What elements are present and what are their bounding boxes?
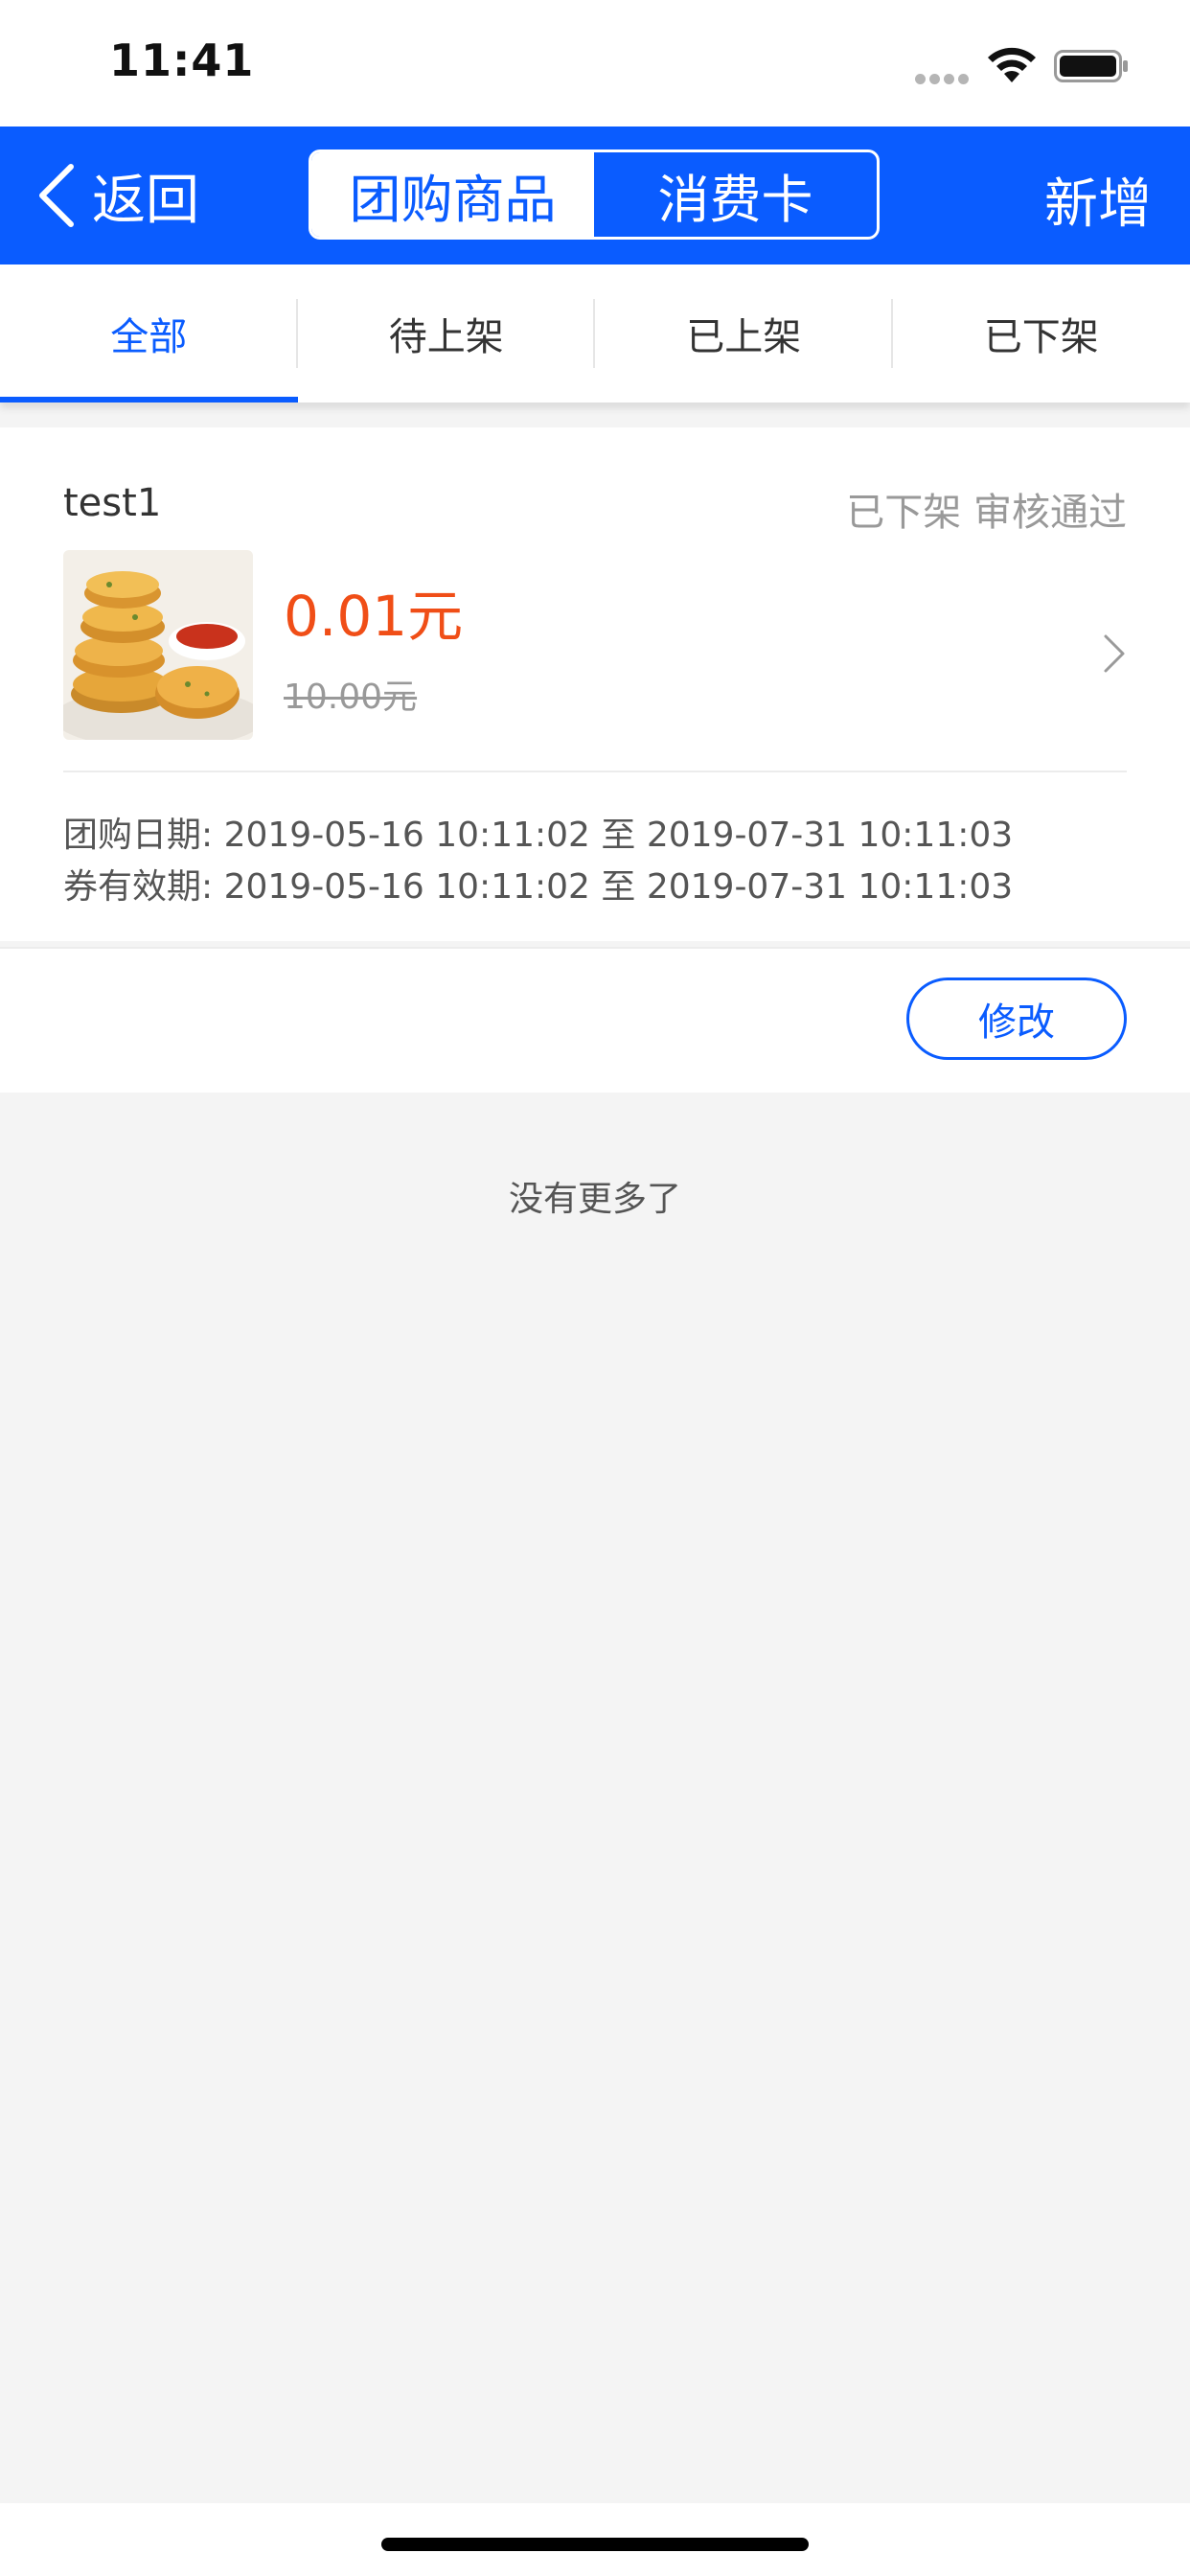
edit-button[interactable]: 修改 [906, 978, 1127, 1060]
product-price: 0.01元 [284, 584, 464, 649]
group-buy-date-range: 2019-05-16 10:11:02 至 2019-07-31 10:11:0… [223, 816, 1014, 855]
tab-all[interactable]: 全部 [0, 264, 298, 402]
tab-label: 已上架 [686, 315, 802, 359]
wifi-icon [988, 47, 1036, 82]
chevron-left-icon [39, 164, 74, 227]
product-title: test1 [63, 481, 162, 525]
nav-bar: 返回 团购商品 消费卡 新增 [0, 126, 1190, 264]
segment-consumer-card[interactable]: 消费卡 [594, 152, 877, 237]
back-button[interactable]: 返回 [34, 155, 199, 236]
status-bar: 11:41 [0, 0, 1190, 126]
product-original-price: 10.00元 [284, 678, 418, 717]
food-image-icon [63, 550, 253, 740]
segment-group-buy[interactable]: 团购商品 [311, 152, 594, 237]
no-more-text: 没有更多了 [508, 1180, 681, 1219]
tab-label: 已下架 [983, 315, 1099, 359]
back-label: 返回 [92, 169, 199, 232]
tab-label: 全部 [110, 315, 188, 359]
home-indicator[interactable] [381, 2538, 809, 2551]
battery-icon [1054, 50, 1128, 82]
card-divider [63, 770, 1127, 772]
coupon-valid-date-range: 2019-05-16 10:11:02 至 2019-07-31 10:11:0… [223, 867, 1014, 907]
status-time: 11:41 [109, 34, 255, 86]
product-card[interactable]: test1 已下架 审核通过 0.01元 10.00元 团购日期: 2019-0… [0, 427, 1190, 941]
coupon-valid-date-row: 券有效期: 2019-05-16 10:11:02 至 2019-07-31 1… [63, 859, 1013, 908]
segmented-control: 团购商品 消费卡 [309, 150, 880, 240]
coupon-valid-date-label: 券有效期: [63, 867, 214, 907]
add-button[interactable]: 新增 [1044, 161, 1152, 239]
tab-label: 待上架 [388, 315, 504, 359]
card-action-row: 修改 [0, 947, 1190, 1092]
product-status: 已下架 审核通过 [846, 491, 1127, 535]
tab-listed[interactable]: 已上架 [595, 264, 893, 402]
group-buy-date-row: 团购日期: 2019-05-16 10:11:02 至 2019-07-31 1… [63, 807, 1013, 857]
signal-icon [915, 70, 973, 84]
tab-pending[interactable]: 待上架 [298, 264, 595, 402]
group-buy-date-label: 团购日期: [63, 816, 214, 855]
filter-tabs: 全部 待上架 已上架 已下架 [0, 264, 1190, 402]
chevron-right-icon [1104, 634, 1125, 673]
tab-delisted[interactable]: 已下架 [893, 264, 1190, 402]
active-tab-indicator [0, 397, 298, 402]
product-thumbnail [63, 550, 253, 740]
